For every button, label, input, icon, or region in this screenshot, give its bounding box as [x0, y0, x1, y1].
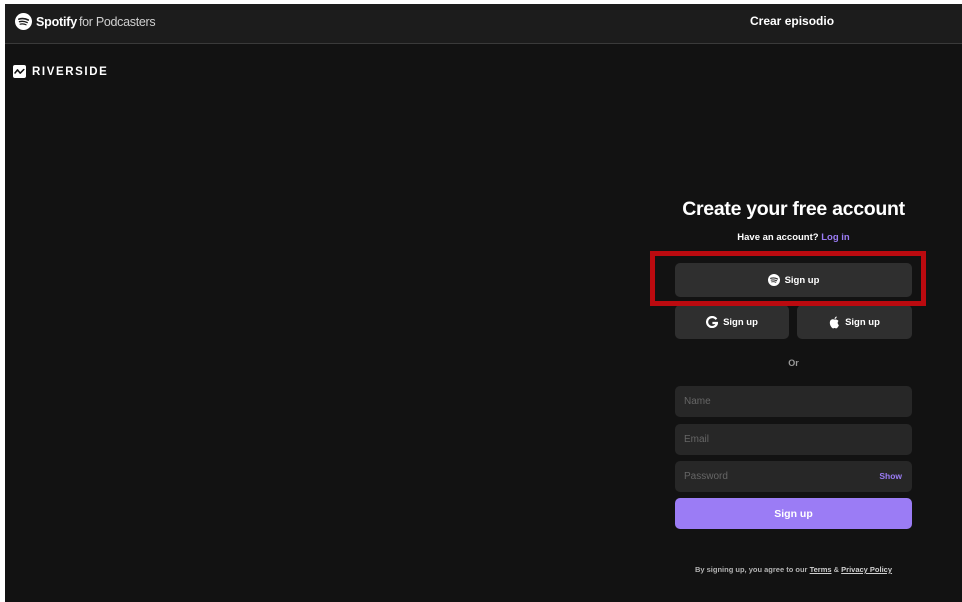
apple-signup-label: Sign up — [845, 316, 880, 328]
riverside-wave-icon — [13, 65, 26, 78]
email-input[interactable] — [684, 424, 903, 455]
name-field[interactable] — [675, 386, 912, 417]
password-input[interactable] — [684, 461, 864, 492]
have-account-label: Have an account? — [737, 232, 819, 243]
have-account-text: Have an account? Log in — [675, 232, 912, 243]
name-input[interactable] — [684, 386, 903, 417]
legal-prefix: By signing up, you agree to our — [694, 565, 808, 574]
legal-ampersand: & — [833, 565, 840, 574]
login-link[interactable]: Log in — [821, 232, 850, 243]
privacy-policy-link[interactable]: Privacy Policy — [841, 565, 892, 574]
riverside-logo: RIVERSIDE — [13, 65, 108, 78]
legal-text: By signing up, you agree to our Terms & … — [675, 565, 912, 574]
terms-link[interactable]: Terms — [810, 565, 832, 574]
google-signup-button[interactable]: Sign up — [675, 305, 789, 339]
spotify-for-podcasters-logo[interactable]: Spotify for Podcasters — [15, 13, 156, 30]
or-divider: Or — [788, 358, 799, 368]
riverside-logo-text: RIVERSIDE — [32, 65, 109, 78]
apple-icon — [829, 316, 840, 329]
google-icon — [706, 316, 719, 328]
google-signup-label: Sign up — [723, 316, 758, 328]
signup-submit-button[interactable]: Sign up — [675, 498, 912, 529]
highlight-box — [650, 251, 926, 306]
password-field[interactable]: Show — [675, 461, 912, 492]
page-title: Create your free account — [682, 198, 905, 220]
for-podcasters-text: for Podcasters — [78, 14, 156, 29]
show-password-button[interactable]: Show — [879, 461, 902, 492]
email-field[interactable] — [675, 424, 912, 455]
spotify-icon — [15, 13, 32, 30]
apple-signup-button[interactable]: Sign up — [797, 305, 912, 339]
spotify-brand-text: Spotify — [36, 14, 77, 29]
